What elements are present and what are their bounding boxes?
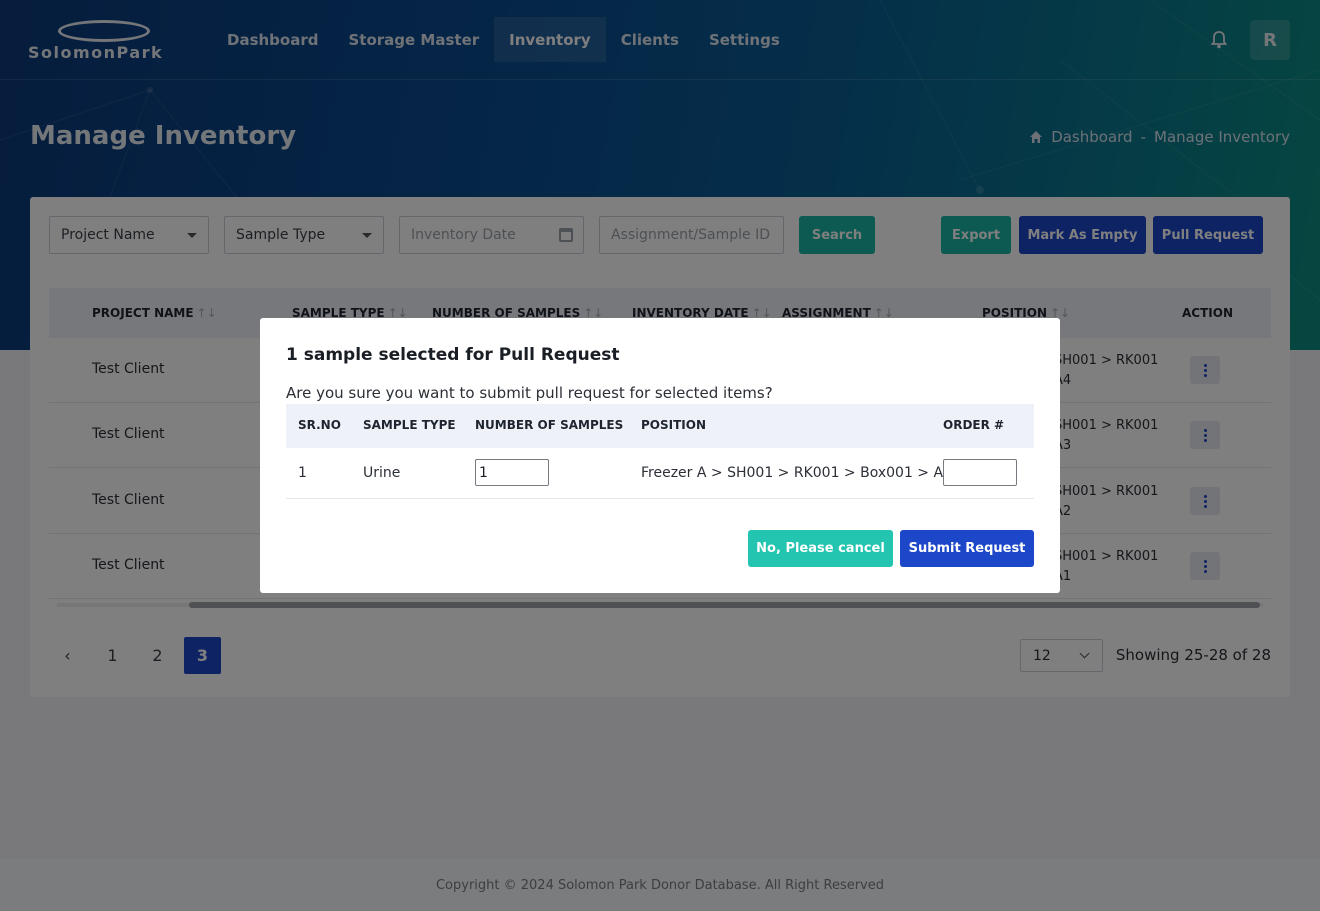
modal-row-sr: 1 [298, 465, 307, 481]
modal-table-header: SR.NO SAMPLE TYPE NUMBER OF SAMPLES POSI… [286, 404, 1034, 448]
modal-table-row: 1 Urine Freezer A > SH001 > RK001 > Box0… [286, 448, 1034, 499]
modal-table: SR.NO SAMPLE TYPE NUMBER OF SAMPLES POSI… [286, 404, 1034, 499]
modal-col-position: POSITION [641, 418, 706, 432]
modal-title: 1 sample selected for Pull Request [286, 345, 620, 365]
pull-request-modal: 1 sample selected for Pull Request Are y… [260, 318, 1060, 593]
number-of-samples-input[interactable] [475, 459, 549, 486]
modal-col-order: ORDER # [943, 418, 1005, 432]
modal-col-number-of-samples: NUMBER OF SAMPLES [475, 418, 624, 432]
modal-row-sample-type: Urine [363, 465, 401, 481]
modal-row-position: Freezer A > SH001 > RK001 > Box001 > A1 [641, 465, 952, 481]
modal-col-sr-no: SR.NO [298, 418, 341, 432]
submit-request-button[interactable]: Submit Request [900, 530, 1034, 567]
cancel-button[interactable]: No, Please cancel [748, 530, 893, 567]
modal-message: Are you sure you want to submit pull req… [286, 384, 773, 402]
order-number-input[interactable] [943, 459, 1017, 486]
modal-col-sample-type: SAMPLE TYPE [363, 418, 456, 432]
